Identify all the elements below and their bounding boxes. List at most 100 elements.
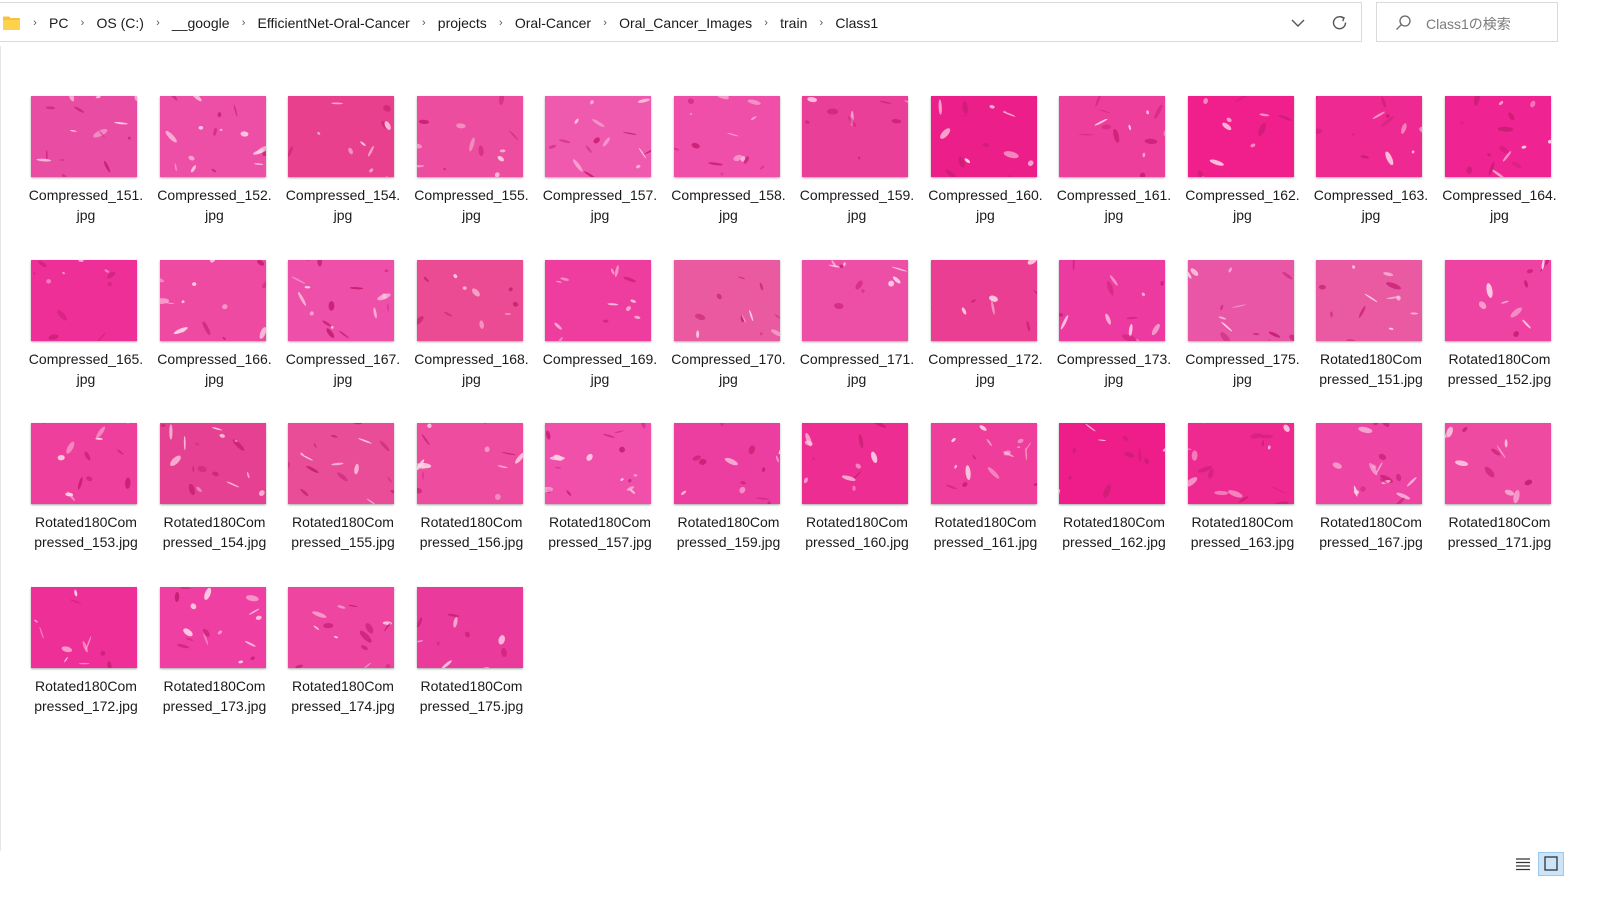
file-name: Compressed_173. jpg	[1056, 350, 1172, 387]
file-name: Rotated180Com pressed_174.jpg	[291, 677, 395, 714]
breadcrumb-item[interactable]: train	[779, 15, 808, 31]
file-item[interactable]: Compressed_159. jpg	[793, 86, 922, 250]
file-item[interactable]: Rotated180Com pressed_173.jpg	[151, 577, 280, 741]
large-icons-view-button[interactable]	[1538, 852, 1564, 876]
chevron-right-icon[interactable]: ›	[231, 17, 257, 29]
file-item[interactable]: Rotated180Com pressed_159.jpg	[665, 413, 794, 577]
file-name: Compressed_167. jpg	[285, 350, 401, 387]
file-item[interactable]: Rotated180Com pressed_155.jpg	[279, 413, 408, 577]
file-item[interactable]: Rotated180Com pressed_154.jpg	[151, 413, 280, 577]
file-item[interactable]: Rotated180Com pressed_163.jpg	[1179, 413, 1308, 577]
image-thumbnail	[31, 423, 137, 504]
file-item[interactable]: Rotated180Com pressed_172.jpg	[22, 577, 151, 741]
file-item[interactable]: Rotated180Com pressed_157.jpg	[536, 413, 665, 577]
file-name: Rotated180Com pressed_171.jpg	[1447, 514, 1552, 550]
file-item[interactable]: Compressed_172. jpg	[922, 250, 1051, 414]
file-name: Rotated180Com pressed_161.jpg	[933, 514, 1038, 550]
file-item[interactable]: Compressed_154. jpg	[279, 86, 408, 250]
image-thumbnail	[930, 96, 1037, 177]
file-item[interactable]: Compressed_160. jpg	[922, 86, 1051, 250]
file-name: Rotated180Com pressed_173.jpg	[162, 677, 267, 714]
file-item[interactable]: Rotated180Com pressed_162.jpg	[1050, 413, 1179, 577]
search-input[interactable]: Class1の検索	[1376, 2, 1558, 42]
file-name: Compressed_152. jpg	[157, 187, 272, 223]
file-name: Compressed_162. jpg	[1185, 187, 1300, 223]
file-item[interactable]: Compressed_165. jpg	[22, 250, 151, 414]
image-thumbnail	[1059, 423, 1165, 504]
file-item[interactable]: Rotated180Com pressed_171.jpg	[1436, 413, 1565, 577]
details-view-icon[interactable]	[1514, 855, 1532, 873]
file-item[interactable]: Compressed_161. jpg	[1050, 86, 1179, 250]
file-item[interactable]: Compressed_152. jpg	[151, 86, 280, 250]
file-name: Compressed_168. jpg	[414, 350, 529, 387]
file-grid: Compressed_151. jpg Compressed_152. jpg Co…	[22, 86, 1582, 740]
file-name: Rotated180Com pressed_156.jpg	[419, 514, 524, 550]
image-thumbnail	[1444, 423, 1551, 504]
breadcrumb-item[interactable]: Oral-Cancer	[514, 15, 592, 31]
file-item[interactable]: Compressed_171. jpg	[793, 250, 922, 414]
chevron-right-icon[interactable]: ›	[411, 17, 437, 29]
refresh-icon[interactable]	[1330, 13, 1350, 33]
image-thumbnail	[1187, 423, 1294, 504]
file-item[interactable]: Rotated180Com pressed_175.jpg	[408, 577, 537, 741]
file-item[interactable]: Compressed_157. jpg	[536, 86, 665, 250]
file-name: Compressed_175. jpg	[1185, 350, 1300, 387]
address-bar[interactable]: › PC › OS (C:) › __google › EfficientNet-Oral-C…	[0, 2, 1362, 42]
image-thumbnail	[1059, 259, 1165, 341]
file-item[interactable]: Compressed_166. jpg	[151, 250, 280, 414]
chevron-right-icon[interactable]: ›	[69, 17, 95, 29]
file-item[interactable]: Rotated180Com pressed_152.jpg	[1436, 250, 1565, 414]
file-item[interactable]: Compressed_168. jpg	[408, 250, 537, 414]
breadcrumb-item[interactable]: __google	[171, 15, 231, 31]
file-item[interactable]: Rotated180Com pressed_153.jpg	[22, 413, 151, 577]
title-bar: › PC › OS (C:) › __google › EfficientNet-Oral-C…	[0, 0, 1612, 46]
file-item[interactable]: Rotated180Com pressed_151.jpg	[1307, 250, 1436, 414]
chevron-down-icon[interactable]	[1288, 13, 1308, 33]
breadcrumb-item[interactable]: Oral_Cancer_Images	[618, 15, 753, 31]
breadcrumb-item[interactable]: projects	[437, 15, 488, 31]
chevron-right-icon[interactable]: ›	[592, 17, 618, 29]
file-name: Compressed_164. jpg	[1442, 187, 1557, 223]
chevron-right-icon[interactable]: ›	[808, 17, 834, 29]
file-name: Compressed_151. jpg	[28, 187, 144, 223]
chevron-right-icon[interactable]: ›	[753, 17, 779, 29]
file-item[interactable]: Compressed_162. jpg	[1179, 86, 1308, 250]
file-name: Compressed_160. jpg	[928, 187, 1043, 223]
file-item[interactable]: Compressed_167. jpg	[279, 250, 408, 414]
file-item[interactable]: Compressed_164. jpg	[1436, 86, 1565, 250]
file-item[interactable]: Compressed_155. jpg	[408, 86, 537, 250]
file-item[interactable]: Compressed_173. jpg	[1050, 250, 1179, 414]
breadcrumb-item[interactable]: Class1	[834, 15, 879, 31]
file-item[interactable]: Rotated180Com pressed_167.jpg	[1307, 413, 1436, 577]
file-name: Compressed_170. jpg	[671, 350, 786, 387]
file-item[interactable]: Compressed_163. jpg	[1307, 86, 1436, 250]
file-item[interactable]: Rotated180Com pressed_161.jpg	[922, 413, 1051, 577]
file-name: Compressed_165. jpg	[28, 350, 144, 387]
image-thumbnail	[802, 259, 908, 341]
image-thumbnail	[416, 586, 523, 668]
file-name: Compressed_159. jpg	[799, 187, 915, 223]
file-item[interactable]: Compressed_169. jpg	[536, 250, 665, 414]
breadcrumb-item[interactable]: OS (C:)	[95, 15, 144, 31]
image-thumbnail	[1059, 96, 1165, 177]
image-thumbnail	[802, 96, 908, 177]
chevron-right-icon[interactable]: ›	[488, 17, 514, 29]
chevron-right-icon[interactable]: ›	[22, 17, 48, 29]
image-thumbnail	[31, 586, 137, 668]
file-item[interactable]: Compressed_175. jpg	[1179, 250, 1308, 414]
image-thumbnail	[288, 259, 394, 341]
file-name: Rotated180Com pressed_152.jpg	[1447, 350, 1552, 387]
breadcrumb-item[interactable]: EfficientNet-Oral-Cancer	[257, 15, 411, 31]
file-name: Rotated180Com pressed_155.jpg	[291, 514, 395, 550]
file-item[interactable]: Rotated180Com pressed_160.jpg	[793, 413, 922, 577]
file-item[interactable]: Rotated180Com pressed_156.jpg	[408, 413, 537, 577]
chevron-right-icon[interactable]: ›	[145, 17, 171, 29]
file-item[interactable]: Compressed_158. jpg	[665, 86, 794, 250]
breadcrumb-item[interactable]: PC	[48, 15, 69, 31]
file-item[interactable]: Compressed_170. jpg	[665, 250, 794, 414]
file-name: Compressed_158. jpg	[671, 187, 786, 223]
file-item[interactable]: Rotated180Com pressed_174.jpg	[279, 577, 408, 741]
file-item[interactable]: Compressed_151. jpg	[22, 86, 151, 250]
image-thumbnail	[416, 96, 523, 177]
image-thumbnail	[159, 423, 266, 504]
